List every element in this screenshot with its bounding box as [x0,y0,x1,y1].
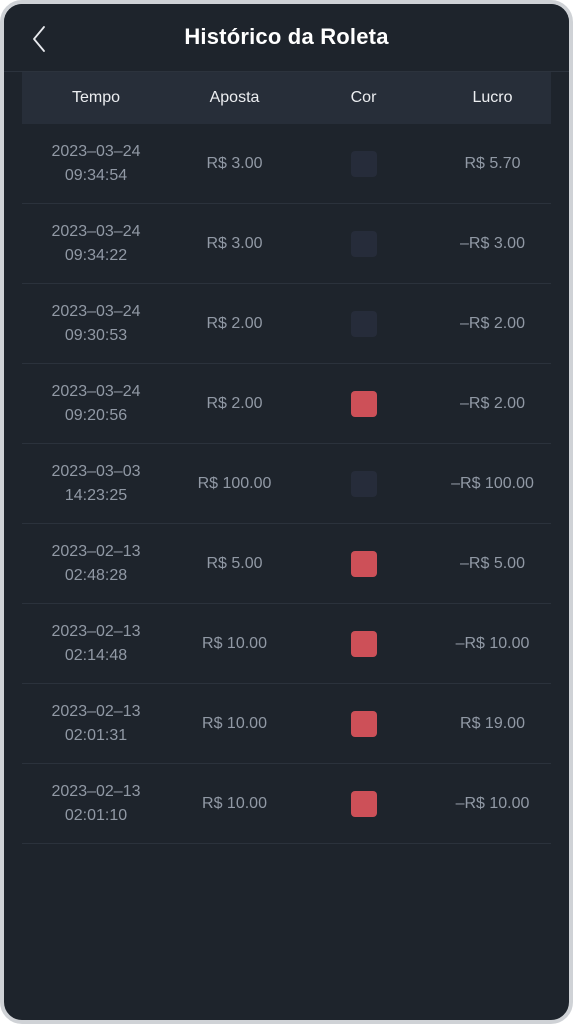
cell-aposta: R$ 3.00 [206,154,263,172]
cell-lucro: –R$ 2.00 [460,394,525,412]
color-swatch-black [350,310,377,337]
cell-cor [299,470,428,497]
cell-cor [299,230,428,257]
cell-lucro: –R$ 5.00 [460,554,525,572]
table-row[interactable]: 2023–03–24 09:20:56 R$ 2.00 –R$ 2.00 [22,364,551,444]
table-bottom-space [4,844,569,854]
cell-lucro: –R$ 3.00 [460,234,525,252]
table-row[interactable]: 2023–03–03 14:23:25 R$ 100.00 –R$ 100.00 [22,444,551,524]
cell-cor [299,550,428,577]
cell-lucro: –R$ 10.00 [455,634,530,652]
cell-tempo: 2023–02–13 02:48:28 [51,543,141,584]
color-swatch-red [350,710,377,737]
color-swatch-black [350,150,377,177]
table-row[interactable]: 2023–03–24 09:30:53 R$ 2.00 –R$ 2.00 [22,284,551,364]
table-row[interactable]: 2023–02–13 02:01:10 R$ 10.00 –R$ 10.00 [22,764,551,844]
cell-aposta: R$ 2.00 [206,394,263,412]
color-swatch-red [350,550,377,577]
cell-tempo: 2023–03–24 09:20:56 [51,383,141,424]
cell-tempo: 2023–03–03 14:23:25 [51,463,141,504]
cell-aposta: R$ 5.00 [206,554,263,572]
cell-tempo: 2023–02–13 02:01:10 [51,783,141,824]
cell-tempo: 2023–02–13 02:01:31 [51,703,141,744]
table-row[interactable]: 2023–03–24 09:34:54 R$ 3.00 R$ 5.70 [22,124,551,204]
cell-aposta: R$ 10.00 [202,794,267,812]
color-swatch-black [350,230,377,257]
cell-aposta: R$ 2.00 [206,314,263,332]
cell-aposta: R$ 100.00 [197,474,272,492]
table-row[interactable]: 2023–02–13 02:01:31 R$ 10.00 R$ 19.00 [22,684,551,764]
column-header-cor: Cor [350,89,377,106]
cell-cor [299,790,428,817]
table-header-row: Tempo Aposta Cor Lucro [22,72,551,124]
cell-lucro: R$ 19.00 [460,714,525,732]
table-body: 2023–03–24 09:34:54 R$ 3.00 R$ 5.70 2023–03… [22,124,551,844]
cell-cor [299,310,428,337]
column-header-tempo: Tempo [71,89,121,106]
column-header-aposta: Aposta [209,89,260,106]
cell-lucro: R$ 5.70 [464,154,521,172]
cell-lucro: –R$ 100.00 [451,474,534,492]
cell-cor [299,710,428,737]
cell-cor [299,150,428,177]
cell-tempo: 2023–03–24 09:30:53 [51,303,141,344]
color-swatch-red [350,630,377,657]
cell-tempo: 2023–02–13 02:14:48 [51,623,141,664]
cell-tempo: 2023–03–24 09:34:22 [51,223,141,264]
table-row[interactable]: 2023–02–13 02:48:28 R$ 5.00 –R$ 5.00 [22,524,551,604]
app-window: Histórico da Roleta Tempo Aposta Cor Luc… [0,0,573,1024]
cell-lucro: –R$ 10.00 [455,794,530,812]
cell-cor [299,390,428,417]
cell-lucro: –R$ 2.00 [460,314,525,332]
history-table: Tempo Aposta Cor Lucro 2023–03–24 09:34:… [4,72,569,844]
color-swatch-red [350,390,377,417]
column-header-lucro: Lucro [472,89,513,106]
cell-cor [299,630,428,657]
color-swatch-red [350,790,377,817]
table-row[interactable]: 2023–03–24 09:34:22 R$ 3.00 –R$ 3.00 [22,204,551,284]
cell-aposta: R$ 10.00 [202,714,267,732]
cell-aposta: R$ 10.00 [202,634,267,652]
title-bar: Histórico da Roleta [4,4,569,72]
cell-tempo: 2023–03–24 09:34:54 [51,143,141,184]
cell-aposta: R$ 3.00 [206,234,263,252]
page-title: Histórico da Roleta [184,24,389,49]
table-row[interactable]: 2023–02–13 02:14:48 R$ 10.00 –R$ 10.00 [22,604,551,684]
color-swatch-black [350,470,377,497]
